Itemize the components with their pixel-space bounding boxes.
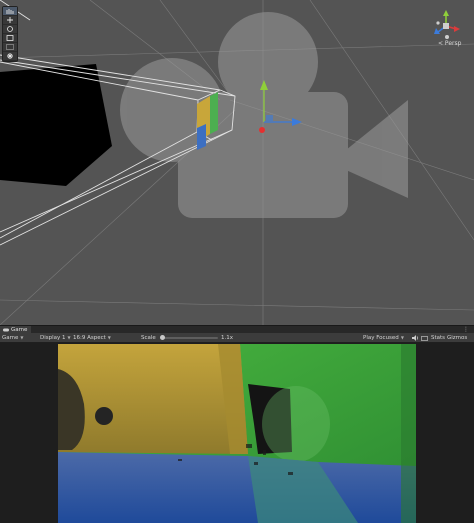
move-tool-icon — [7, 17, 13, 23]
gizmos-label: Gizmos — [447, 335, 468, 341]
display-label: Display 1 — [40, 335, 66, 341]
scene-viewport[interactable] — [0, 0, 474, 325]
game-view[interactable] — [0, 344, 474, 523]
chevron-down-icon: ▼ — [20, 335, 24, 340]
game-mode-dropdown[interactable]: Game ▼ — [2, 333, 23, 343]
chevron-down-icon: ▼ — [107, 335, 111, 340]
scene-view[interactable]: < Persp — [0, 0, 474, 325]
play-mode-label: Play Focused — [363, 335, 399, 341]
display-dropdown[interactable]: Display 1 ▼ — [40, 333, 71, 343]
shortcuts-button[interactable] — [421, 333, 428, 343]
move-tool-button[interactable] — [3, 16, 17, 25]
hand-tool-button[interactable] — [3, 7, 17, 16]
transform-tool-icon — [7, 53, 13, 59]
chevron-down-icon: ▼ — [67, 335, 71, 340]
rect-tool-button[interactable] — [3, 43, 17, 52]
dark-mesh — [0, 64, 112, 186]
scale-tool-icon — [6, 35, 14, 41]
play-mode-dropdown[interactable]: Play Focused ▼ — [363, 333, 404, 343]
rect-tool-icon — [6, 44, 14, 50]
aspect-label: 16:9 Aspect — [73, 335, 106, 341]
aspect-dropdown[interactable]: 16:9 Aspect ▼ — [73, 333, 111, 343]
rotate-tool-icon — [7, 26, 13, 32]
projection-toggle[interactable]: < Persp — [438, 40, 461, 47]
hand-tool-icon — [6, 9, 14, 14]
game-view-tab-bar: Game ⋮ — [0, 325, 474, 334]
scale-label: Scale — [141, 335, 156, 341]
scale-slider-track[interactable] — [160, 337, 218, 339]
transform-tool-button[interactable] — [3, 52, 17, 61]
chevron-down-icon: ▼ — [400, 335, 404, 340]
game-mode-label: Game — [2, 335, 19, 341]
scale-slider-handle[interactable] — [160, 335, 165, 340]
mute-audio-button[interactable] — [412, 333, 419, 343]
scale-value: 1.1x — [221, 335, 234, 341]
speaker-icon — [412, 335, 419, 341]
rotate-tool-button[interactable] — [3, 25, 17, 34]
game-view-control-bar: Game ▼ Display 1 ▼ 16:9 Aspect ▼ Scale 1… — [0, 333, 474, 343]
camera-feed-image — [58, 344, 416, 523]
stats-button[interactable]: Stats — [431, 333, 445, 343]
scene-tool-palette — [2, 6, 18, 62]
scale-tool-button[interactable] — [3, 34, 17, 43]
keyboard-icon — [421, 335, 428, 341]
gizmos-dropdown[interactable]: Gizmos — [447, 333, 467, 343]
gamepad-icon — [3, 328, 9, 332]
